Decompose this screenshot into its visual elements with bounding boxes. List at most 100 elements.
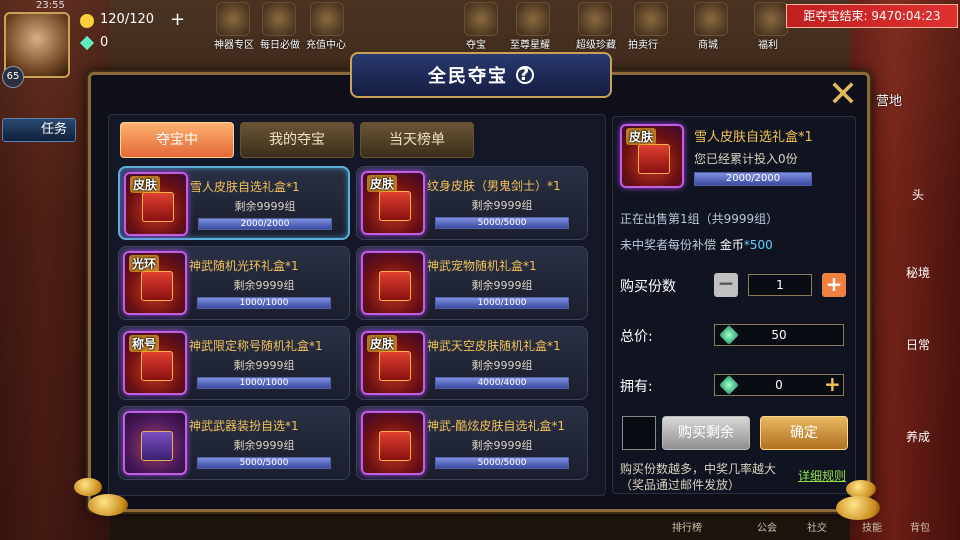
gold-coins-decoration [836, 496, 880, 520]
note-line2: （奖品通过邮件发放） [620, 478, 741, 492]
gold-coins-decoration [88, 494, 128, 516]
item-progress-text: 1000/1000 [239, 298, 289, 308]
nav-social[interactable]: 社交 [807, 519, 827, 534]
item-progress-bar: 4000/4000 [435, 377, 569, 389]
item-progress-bar: 5000/5000 [435, 217, 569, 229]
countdown-banner: 距夺宝结束: 9470:04:23 [786, 4, 958, 28]
level-badge: 65 [2, 66, 24, 88]
side-label-1[interactable]: 秘境 [906, 264, 930, 281]
increase-button[interactable]: + [822, 273, 846, 297]
tab-in-progress[interactable]: 夺宝中 [120, 122, 234, 158]
nav-bag[interactable]: 背包 [910, 519, 930, 534]
item-progress-bar: 1000/1000 [197, 297, 331, 309]
treasure-icon[interactable] [464, 2, 498, 36]
list-item[interactable]: 神武-酷炫皮肤自选礼盒*1 剩余9999组 5000/5000 [356, 406, 588, 480]
side-label-3[interactable]: 养成 [906, 428, 930, 445]
gem-value: 0 [100, 35, 109, 50]
recharge-center-icon[interactable] [310, 2, 344, 36]
compensation-value: *500 [743, 238, 773, 252]
item-remain: 剩余9999组 [233, 439, 295, 452]
top-label-1: 每日必做 [260, 40, 300, 51]
item-progress-text: 4000/4000 [477, 378, 527, 388]
item-name: 神武限定称号随机礼盒*1 [189, 339, 323, 353]
top-label-0: 神器专区 [214, 40, 254, 51]
shop-icon[interactable] [694, 2, 728, 36]
item-tag: 皮肤 [130, 176, 161, 193]
help-icon[interactable]: ? [516, 66, 534, 84]
tab-daily-ranking[interactable]: 当天榜单 [360, 122, 474, 158]
item-progress-bar: 1000/1000 [435, 297, 569, 309]
item-progress-bar: 5000/5000 [197, 457, 331, 469]
item-remain: 剩余9999组 [471, 199, 533, 212]
top-label-5: 超级珍藏 [576, 40, 616, 51]
energy-value: 120/120 [100, 12, 155, 27]
list-item[interactable]: 皮肤 纹身皮肤（男鬼剑士）*1 剩余9999组 5000/5000 [356, 166, 588, 240]
detail-thumb: 皮肤 [616, 120, 686, 194]
detail-invested: 您已经累计投入0份 [694, 152, 798, 166]
close-icon[interactable]: ✕ [824, 77, 862, 116]
item-progress-text: 5000/5000 [239, 458, 289, 468]
item-name: 神武-酷炫皮肤自选礼盒*1 [427, 419, 565, 433]
item-name: 神武天空皮肤随机礼盒*1 [427, 339, 561, 353]
item-progress-bar: 1000/1000 [197, 377, 331, 389]
artifact-zone-icon[interactable] [216, 2, 250, 36]
compensation-label: 金币 [719, 238, 744, 252]
quest-label: 任务 [41, 122, 68, 137]
side-label-0[interactable]: 头 [912, 186, 924, 203]
item-name: 神武随机光环礼盒*1 [189, 259, 299, 273]
hud-time: 23:55 [36, 0, 65, 11]
energy-icon [80, 14, 94, 28]
top-label-8: 福利 [758, 40, 778, 51]
add-gems-icon[interactable]: + [824, 372, 841, 396]
item-tag: 光环 [129, 255, 160, 272]
buy-remaining-button[interactable]: 购买剩余 [662, 416, 750, 450]
panel-title-bar: 全民夺宝 ? [350, 52, 612, 98]
panel-title: 全民夺宝 [428, 66, 508, 87]
supreme-star-icon[interactable] [516, 2, 550, 36]
gift-box-icon: 皮肤 [361, 171, 425, 235]
treasure-chest-icon [123, 411, 187, 475]
item-progress-text: 1000/1000 [477, 298, 527, 308]
decrease-button[interactable]: − [714, 273, 738, 297]
item-progress-text: 5000/5000 [477, 458, 527, 468]
item-tag: 称号 [129, 335, 160, 352]
super-collection-icon[interactable] [578, 2, 612, 36]
list-item[interactable]: 皮肤 神武天空皮肤随机礼盒*1 剩余9999组 4000/4000 [356, 326, 588, 400]
item-remain: 剩余9999组 [234, 200, 296, 213]
gift-box-icon [361, 411, 425, 475]
buy-count-label: 购买份数 [620, 279, 676, 295]
gift-box-icon: 皮肤 [361, 331, 425, 395]
detail-tag: 皮肤 [626, 128, 657, 145]
gift-box-icon: 称号 [123, 331, 187, 395]
top-label-6: 拍卖行 [628, 40, 658, 51]
auction-hammer-icon[interactable] [634, 2, 668, 36]
list-item[interactable]: 光环 神武随机光环礼盒*1 剩余9999组 1000/1000 [118, 246, 350, 320]
detail-compensation: 未中奖者每份补偿 金币*500 [620, 236, 773, 253]
item-progress-text: 1000/1000 [239, 378, 289, 388]
top-label-2: 充值中心 [306, 40, 346, 51]
add-energy-button[interactable]: + [170, 9, 185, 30]
quest-button[interactable]: 任务 [2, 118, 76, 142]
confirm-button[interactable]: 确定 [760, 416, 848, 450]
welfare-icon[interactable] [754, 2, 788, 36]
gold-coins-decoration [74, 478, 102, 496]
buy-count-input[interactable]: 1 [748, 274, 812, 296]
nav-ranking[interactable]: 排行榜 [672, 519, 702, 534]
list-item[interactable]: 皮肤 雪人皮肤自选礼盒*1 剩余9999组 2000/2000 [118, 166, 350, 240]
tab-my-treasure[interactable]: 我的夺宝 [240, 122, 354, 158]
gift-box-icon: 皮肤 [124, 172, 188, 236]
list-item[interactable]: 称号 神武限定称号随机礼盒*1 剩余9999组 1000/1000 [118, 326, 350, 400]
daily-must-do-icon[interactable] [262, 2, 296, 36]
camp-label[interactable]: 营地 [876, 90, 902, 109]
detail-name: 雪人皮肤自选礼盒*1 [694, 130, 813, 145]
rules-link[interactable]: 详细规则 [798, 467, 846, 484]
list-item[interactable]: 神武宠物随机礼盒*1 剩余9999组 1000/1000 [356, 246, 588, 320]
owned-label: 拥有: [620, 379, 653, 395]
item-name: 雪人皮肤自选礼盒*1 [190, 180, 300, 194]
item-remain: 剩余9999组 [471, 279, 533, 292]
list-item[interactable]: 神武武器装扮自选*1 剩余9999组 5000/5000 [118, 406, 350, 480]
item-name: 神武武器装扮自选*1 [189, 419, 299, 433]
nav-skills[interactable]: 技能 [862, 519, 882, 534]
side-label-2[interactable]: 日常 [906, 336, 930, 353]
nav-guild[interactable]: 公会 [757, 519, 777, 534]
